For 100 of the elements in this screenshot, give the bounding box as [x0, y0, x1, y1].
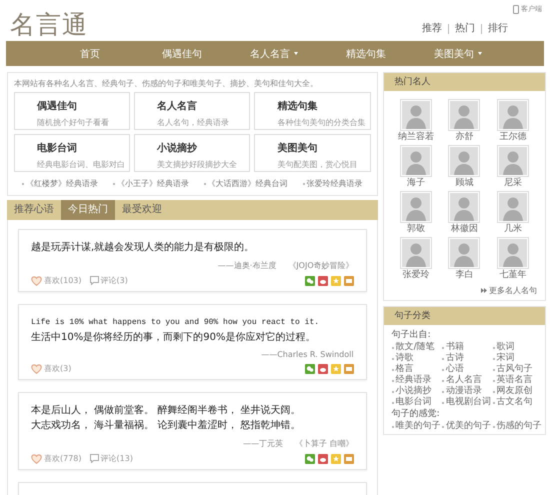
category-label: 古风句子	[496, 364, 533, 374]
tab[interactable]: 推荐心语	[7, 200, 61, 220]
more-link[interactable]: 更多名人名句	[384, 281, 545, 300]
person-name[interactable]: 七堇年	[499, 270, 526, 281]
top-link[interactable]: 排行	[481, 24, 514, 34]
person-silhouette	[448, 237, 480, 269]
quote-text: 越是玩弄计谋,就越会发现人类的能力是有极限的。	[31, 240, 256, 255]
share-icon	[318, 364, 328, 374]
category-card[interactable]: 美图美句 美句配美图，赏心悦目	[254, 134, 371, 172]
person-silhouette	[496, 145, 529, 177]
person-silhouette	[448, 145, 480, 177]
category-title: 电影台词	[37, 142, 78, 155]
group-heading: 句子出自:	[392, 330, 432, 341]
category-link[interactable]: 动漫语录	[442, 386, 493, 397]
person-name[interactable]: 王尔德	[499, 132, 526, 143]
category-card[interactable]: 精选句集 各种佳句美句的分类合集	[254, 92, 371, 130]
category-label: 经典语录	[396, 375, 432, 386]
quote-text: 生活中10%是你将经历的事，而剩下的90%是你应对它的过程。	[31, 330, 316, 345]
person-silhouette	[448, 191, 480, 223]
category-card[interactable]: 电影台词 经典电影台词、电影对白	[14, 134, 130, 172]
category-label: 电影台词	[396, 397, 432, 408]
category-link[interactable]: 格言	[392, 364, 442, 375]
share-icon	[318, 454, 328, 464]
category-title: 精选句集	[277, 100, 318, 113]
category-link[interactable]: 名人名言	[442, 375, 493, 386]
person-name[interactable]: 海子	[406, 178, 425, 189]
person-silhouette	[496, 237, 529, 269]
category-desc: 美句配美图，赏心悦目	[277, 159, 358, 170]
chat-icon	[304, 454, 315, 464]
nav-item[interactable]: 美图美句	[412, 46, 504, 60]
category-link[interactable]: 小说摘抄	[392, 386, 442, 397]
category-link[interactable]: 心语	[442, 364, 493, 375]
category-link[interactable]: 古诗	[442, 353, 493, 364]
tab[interactable]: 今日热门	[61, 200, 115, 220]
category-link[interactable]: 古风句子	[492, 364, 543, 375]
category-link[interactable]: 书籍	[442, 342, 493, 353]
category-link[interactable]: 散文/随笔	[392, 342, 442, 353]
nav-item[interactable]: 首页	[44, 46, 136, 60]
person-name[interactable]: 张爱玲	[402, 270, 430, 281]
chat-icon	[304, 276, 315, 286]
person-name[interactable]: 郭敬	[406, 224, 425, 235]
category-label: 动漫语录	[446, 386, 482, 396]
category-title: 名人名言	[157, 99, 198, 113]
category-link[interactable]: 经典语录	[392, 375, 442, 386]
top-link[interactable]: 推荐	[416, 24, 448, 34]
person-name[interactable]: 亦舒	[455, 132, 474, 143]
category-link[interactable]: 英语名言	[492, 375, 543, 386]
quote-text: 本是后山人， 偶做前堂客。 醉舞经阁半卷书， 坐井说天阔。	[31, 404, 302, 418]
quote-author[interactable]: ——丁元英	[243, 438, 284, 449]
category-link[interactable]: 宋词	[492, 353, 543, 364]
person-name[interactable]: 几米	[504, 224, 522, 235]
category-label: 宋词	[496, 353, 515, 364]
heart-icon	[31, 364, 42, 374]
person-name[interactable]: 林徽因	[450, 224, 478, 235]
quote-author[interactable]: ——Charles R. Swindoll	[261, 350, 354, 359]
top-link[interactable]: 热门	[448, 24, 481, 34]
person-name[interactable]: 李白	[455, 270, 474, 281]
person-name[interactable]: 尼采	[504, 178, 522, 189]
star-icon	[330, 364, 341, 374]
quote-author[interactable]: ——迪奥·布兰度	[218, 260, 276, 271]
star-icon	[330, 454, 341, 464]
person-silhouette	[400, 237, 432, 269]
category-label: 名人名言	[446, 375, 482, 386]
nav-item[interactable]: 偶遇佳句	[136, 46, 228, 60]
category-desc: 各种佳句美句的分类合集	[277, 117, 366, 128]
person-name[interactable]: 纳兰容若	[398, 132, 434, 143]
category-label: 散文/随笔	[396, 342, 435, 352]
category-title: 小说摘抄	[157, 141, 198, 155]
category-card[interactable]: 偶遇佳句 随机挑个好句子看看	[14, 92, 130, 130]
mail-icon	[344, 276, 354, 286]
person-name[interactable]: 顾城	[455, 178, 474, 189]
category-link[interactable]: 网友原创	[492, 386, 543, 397]
panel-title: 热门名人	[384, 73, 545, 91]
quote-source[interactable]: 《卜算子 自嘲》	[295, 438, 354, 449]
chat-icon	[304, 364, 315, 374]
category-title: 偶遇佳句	[37, 100, 78, 113]
caret-icon	[294, 52, 298, 55]
category-label: 网友原创	[496, 386, 533, 396]
category-card[interactable]: 小说摘抄 美文摘抄好段摘抄大全	[134, 134, 250, 172]
category-link[interactable]: 古文名句	[492, 397, 543, 408]
nav-item[interactable]: 名人名言	[228, 46, 320, 60]
person-silhouette	[496, 99, 529, 131]
category-link[interactable]: 电影台词	[392, 397, 442, 408]
person-silhouette	[448, 99, 480, 131]
category-link[interactable]: 歌词	[492, 342, 543, 353]
category-desc: 美文摘抄好段摘抄大全	[157, 159, 238, 170]
person-silhouette	[496, 191, 529, 223]
site-logo[interactable]: 名言通	[10, 8, 88, 41]
star-icon	[330, 276, 341, 286]
nav-item[interactable]: 精选句集	[320, 46, 412, 60]
category-label: 古文名句	[496, 397, 533, 408]
quote-source[interactable]: 《JOJO奇妙冒险》	[288, 260, 354, 271]
category-link[interactable]: 诗歌	[392, 353, 442, 364]
person-silhouette	[400, 191, 432, 223]
tab[interactable]: 最受欢迎	[115, 200, 169, 220]
category-label: 英语名言	[496, 375, 533, 386]
category-desc: 随机挑个好句子看看	[37, 117, 110, 128]
category-card[interactable]: 名人名言 名人名句，经典语录	[134, 92, 250, 130]
category-label: 书籍	[446, 342, 464, 352]
category-desc: 名人名句，经典语录	[157, 117, 230, 128]
